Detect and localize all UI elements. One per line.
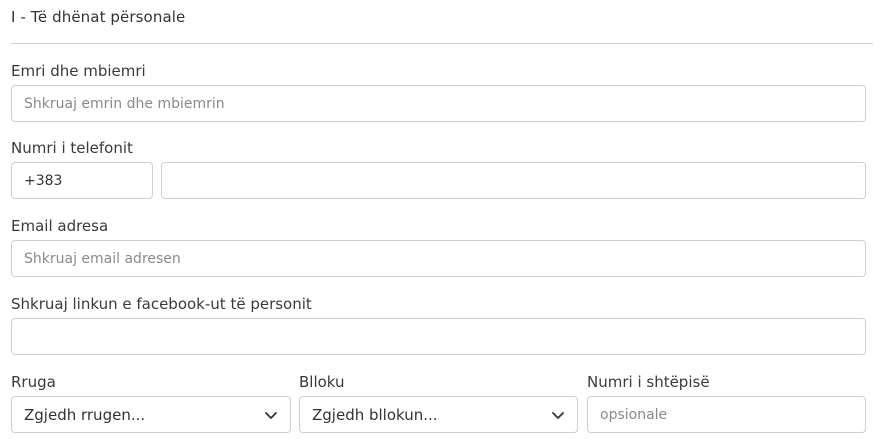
phone-number-input[interactable]: [161, 162, 866, 199]
phone-label: Numri i telefonit: [11, 139, 133, 157]
house-number-label: Numri i shtëpisë: [587, 373, 710, 391]
full-name-input[interactable]: [11, 85, 866, 122]
email-input[interactable]: [11, 240, 866, 277]
street-label: Rruga: [11, 373, 56, 391]
block-select[interactable]: Zgjedh bllokun...: [299, 396, 578, 433]
chevron-down-icon: [551, 408, 565, 422]
phone-prefix-input[interactable]: [11, 162, 153, 199]
street-select[interactable]: Zgjedh rrugen...: [11, 396, 291, 433]
house-number-input[interactable]: [587, 396, 866, 433]
email-label: Email adresa: [11, 217, 109, 235]
section-divider: [11, 43, 873, 44]
block-label: Blloku: [299, 373, 345, 391]
street-select-value: Zgjedh rrugen...: [24, 405, 146, 424]
section-title: I - Të dhënat përsonale: [11, 8, 186, 26]
facebook-link-input[interactable]: [11, 318, 866, 355]
facebook-label: Shkruaj linkun e facebook-ut të personit: [11, 295, 312, 313]
block-select-value: Zgjedh bllokun...: [312, 405, 438, 424]
chevron-down-icon: [264, 408, 278, 422]
full-name-label: Emri dhe mbiemri: [11, 62, 146, 80]
